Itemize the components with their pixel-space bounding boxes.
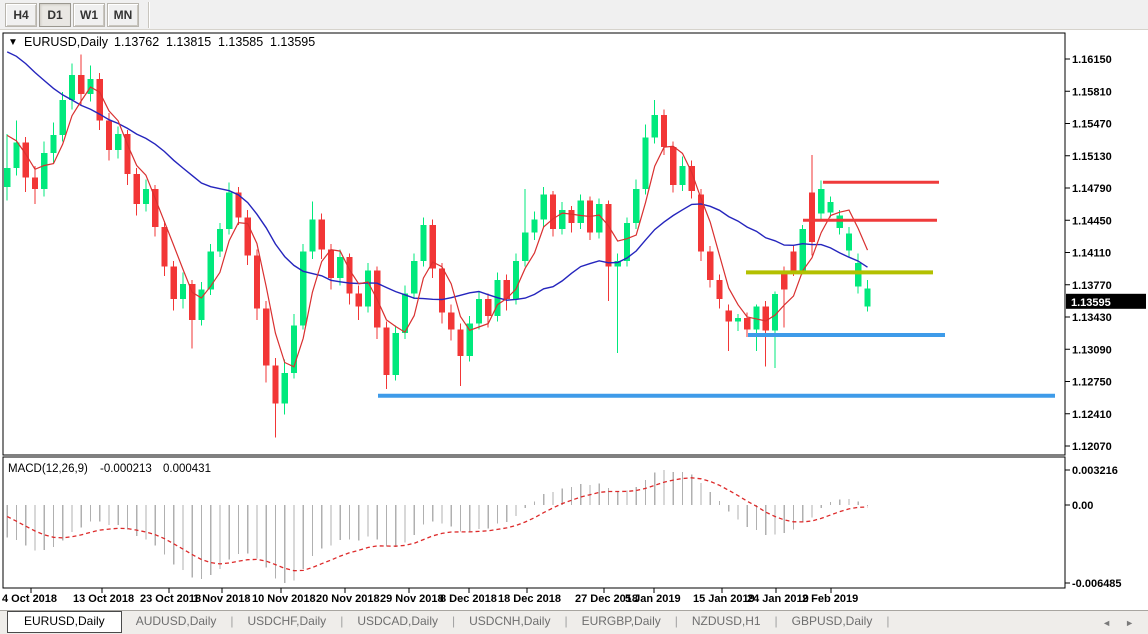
price-tick-label: 1.13090 xyxy=(1072,344,1112,356)
ohlc-open: 1.13762 xyxy=(114,35,159,49)
price-tick-label: 1.13430 xyxy=(1072,312,1112,324)
symbol-tab-usdcnh[interactable]: USDCNH,Daily xyxy=(455,611,564,632)
chart-area[interactable]: 1.16150 1.15810 1.15470 1.15130 1.14790 1.144… xyxy=(0,0,1148,634)
symbol-tab-audusd[interactable]: AUDUSD,Daily xyxy=(122,611,231,632)
price-tick-label: 1.14790 xyxy=(1072,183,1112,195)
price-tick-label: 1.14110 xyxy=(1072,248,1111,260)
date-tick-label: 18 Dec 2018 xyxy=(498,593,561,605)
symbol-dropdown-icon[interactable]: ▼ xyxy=(8,37,18,48)
candle xyxy=(208,244,214,295)
date-tick-label: 15 Jan 2019 xyxy=(693,593,755,605)
date-tick-label: 23 Oct 2018 xyxy=(140,593,201,605)
date-tick-label: 8 Dec 2018 xyxy=(440,593,497,605)
candle xyxy=(300,244,306,329)
date-tick-label: 13 Oct 2018 xyxy=(73,593,134,605)
tab-separator: | xyxy=(886,611,889,628)
symbol-tab-usdcad[interactable]: USDCAD,Daily xyxy=(343,611,452,632)
price-tick-label: 1.15470 xyxy=(1072,119,1112,131)
price-tick-label: 1.12070 xyxy=(1072,441,1112,453)
symbol-tab-eurgbp[interactable]: EURGBP,Daily xyxy=(568,611,675,632)
price-tick-label: 1.12750 xyxy=(1072,377,1112,389)
symbol-tab-gbpusd[interactable]: GBPUSD,Daily xyxy=(778,611,887,632)
price-tick-label: 1.14450 xyxy=(1072,215,1112,227)
tabs-scroll-right-icon[interactable]: ► xyxy=(1125,618,1134,628)
chart-background xyxy=(0,30,1148,610)
ohlc-close: 1.13595 xyxy=(270,35,315,49)
candle xyxy=(670,142,676,193)
date-tick-label: 29 Nov 2018 xyxy=(380,593,444,605)
price-tick-label: 1.15130 xyxy=(1072,151,1112,163)
macd-indicator-label: MACD(12,26,9) xyxy=(8,463,88,475)
macd-tick-label: -0.006485 xyxy=(1072,578,1122,590)
chart-title-symbol: EURUSD,Daily xyxy=(24,35,109,49)
date-tick-label: 5 Jan 2019 xyxy=(625,593,681,605)
ohlc-low: 1.13585 xyxy=(218,35,263,49)
date-tick-label: 4 Oct 2018 xyxy=(2,593,57,605)
date-tick-label: 2 Feb 2019 xyxy=(802,593,858,605)
symbol-tab-nzdusd[interactable]: NZDUSD,H1 xyxy=(678,611,775,632)
macd-signal-value: 0.000431 xyxy=(163,463,211,475)
price-tick-label: 1.12410 xyxy=(1072,409,1112,421)
symbol-tab-eurusd[interactable]: EURUSD,Daily xyxy=(7,611,122,633)
candle xyxy=(513,253,519,304)
macd-main-value: -0.000213 xyxy=(100,463,152,475)
date-tick-label: 20 Nov 2018 xyxy=(316,593,380,605)
current-price-label: 1.13595 xyxy=(1071,297,1111,309)
candle xyxy=(393,326,399,381)
symbol-tab-bar: EURUSD,DailyAUDUSD,Daily|USDCHF,Daily|US… xyxy=(0,610,1148,634)
date-tick-label: 24 Jan 2019 xyxy=(747,593,809,605)
date-tick-label: 10 Nov 2018 xyxy=(252,593,316,605)
date-tick-label: 1 Nov 2018 xyxy=(193,593,250,605)
symbol-tab-usdchf[interactable]: USDCHF,Daily xyxy=(234,611,341,632)
price-tick-label: 1.15810 xyxy=(1072,86,1112,98)
price-tick-label: 1.16150 xyxy=(1072,54,1112,66)
tabs-scroll-left-icon[interactable]: ◄ xyxy=(1102,618,1111,628)
ohlc-high: 1.13815 xyxy=(166,35,211,49)
macd-tick-label: 0.003216 xyxy=(1072,465,1118,477)
price-tick-label: 1.13770 xyxy=(1072,280,1112,292)
macd-tick-label: 0.00 xyxy=(1072,500,1093,512)
